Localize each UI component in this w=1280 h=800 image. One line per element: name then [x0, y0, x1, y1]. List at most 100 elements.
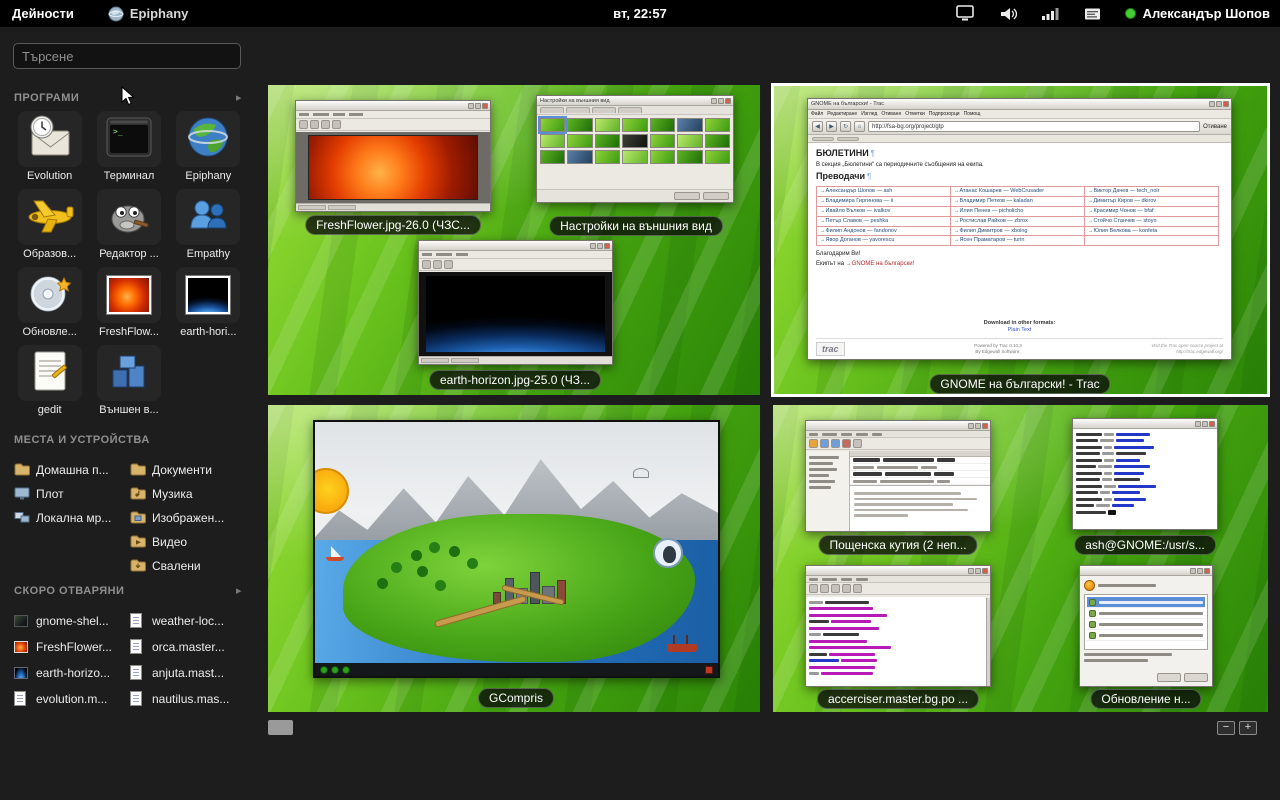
address-bar[interactable]: http://fsa-bg.org/project/gtp	[868, 121, 1200, 132]
window-evolution-mail[interactable]	[805, 420, 991, 532]
folder-icon	[130, 511, 146, 524]
exit-icon[interactable]	[705, 666, 713, 674]
folder-icon	[130, 463, 146, 476]
svg-text:>_: >_	[113, 127, 123, 136]
titlebar	[1080, 566, 1212, 576]
window-eog-freshflower[interactable]	[295, 100, 491, 212]
app-item-terminal[interactable]: >_ Терминал	[89, 111, 168, 182]
focused-app-name: Epiphany	[130, 6, 189, 21]
place-documents[interactable]: Документи	[130, 460, 246, 479]
titlebar: GNOME на български! - Trac	[808, 99, 1231, 110]
recent-item[interactable]: anjuta.mast...	[130, 662, 246, 683]
place-desktop[interactable]: Плот	[14, 484, 130, 503]
place-music[interactable]: Музика	[130, 484, 246, 503]
window-label-poeditor: accerciser.master.bg.po ...	[817, 689, 979, 709]
place-downloads[interactable]: Свалени	[130, 556, 246, 575]
statusbar-decor	[419, 356, 612, 364]
menubar-decor	[419, 251, 612, 259]
presence-dot-icon	[1125, 8, 1136, 19]
window-gedit-po[interactable]	[805, 565, 991, 687]
display-icon[interactable]	[955, 5, 975, 22]
tux-badge[interactable]	[653, 538, 683, 568]
recent-list: gnome-shel... FreshFlower... earth-horiz…	[14, 610, 246, 709]
app-item-earth-horizon[interactable]: earth-hori...	[169, 267, 248, 338]
user-menu[interactable]: Александър Шопов	[1125, 6, 1270, 21]
network-signal-icon[interactable]	[1041, 7, 1060, 21]
app-item-epiphany[interactable]: Epiphany	[169, 111, 248, 182]
recent-item[interactable]: nautilus.mas...	[130, 688, 246, 709]
earth-photo-thumbnail-icon	[186, 276, 230, 314]
page-heading: Преводачи¶	[816, 171, 1223, 181]
recent-item[interactable]: FreshFlower...	[14, 636, 130, 657]
places-header: МЕСТА И УСТРОЙСТВА	[14, 434, 242, 446]
app-item-gimp[interactable]: Редактор ...	[89, 189, 168, 260]
recent-item[interactable]: orca.master...	[130, 636, 246, 657]
team-line: Екипът на →GNOME на български!	[816, 261, 1223, 267]
airplane-icon	[24, 194, 76, 241]
keyboard-indicator-icon[interactable]	[1084, 7, 1101, 21]
window-eog-earth-horizon[interactable]	[418, 240, 613, 365]
bookmarks-bar-decor	[808, 135, 1231, 143]
menubar-decor	[806, 431, 990, 438]
clock[interactable]: вт, 22:57	[613, 6, 667, 21]
window-gcompris[interactable]	[313, 420, 720, 678]
search-input[interactable]	[13, 43, 241, 69]
window-terminal[interactable]	[1072, 418, 1218, 530]
workspace-3[interactable]: GCompris	[268, 405, 760, 712]
control-icon[interactable]	[331, 666, 339, 674]
page-heading: БЮЛЕТИНИ¶	[816, 148, 1223, 158]
titlebar	[419, 241, 612, 251]
app-item-updates[interactable]: Обновле...	[10, 267, 89, 338]
recent-item[interactable]: earth-horizo...	[14, 662, 130, 683]
plain-text-link[interactable]: Plain Text	[816, 327, 1223, 333]
reload-icon[interactable]: ↻	[840, 121, 851, 132]
team-link[interactable]: →GNOME на български!	[846, 261, 915, 267]
forward-icon[interactable]: ▶	[826, 121, 837, 132]
programs-expander-icon[interactable]: ▸	[236, 91, 242, 104]
workspace-indicator[interactable]	[268, 720, 293, 735]
window-appearance-settings[interactable]: Настройки на външния вид	[536, 95, 734, 203]
scrollbar[interactable]	[986, 598, 990, 686]
control-icon[interactable]	[342, 666, 350, 674]
flower-thumbnail-icon	[14, 641, 30, 653]
observatory-decor	[633, 468, 649, 478]
window-epiphany-trac[interactable]: GNOME на български! - Trac ФайлРедактира…	[807, 98, 1232, 360]
volume-icon[interactable]	[999, 6, 1017, 22]
place-pictures[interactable]: Изображен...	[130, 508, 246, 527]
back-icon[interactable]: ◀	[812, 121, 823, 132]
recent-expander-icon[interactable]: ▸	[236, 584, 242, 597]
recent-item[interactable]: evolution.m...	[14, 688, 130, 709]
go-button[interactable]: Отиване	[1203, 124, 1227, 130]
app-item-evolution[interactable]: Evolution	[10, 111, 89, 182]
trees-decor	[411, 550, 422, 561]
user-name: Александър Шопов	[1143, 6, 1270, 21]
app-item-gedit[interactable]: gedit	[10, 345, 89, 416]
remove-workspace-button[interactable]: −	[1217, 721, 1235, 735]
workspace-2-active[interactable]: GNOME на български! - Trac ФайлРедактира…	[771, 83, 1270, 397]
place-videos[interactable]: Видео	[130, 532, 246, 551]
workspace-1[interactable]: FreshFlower.jpg-26.0 (ЧЗС... Настройки н…	[268, 85, 760, 395]
epiphany-globe-icon	[186, 115, 230, 164]
app-item-vanshen[interactable]: Външен в...	[89, 345, 168, 416]
app-item-gcompris[interactable]: Образов...	[10, 189, 89, 260]
recent-item[interactable]: gnome-shel...	[14, 610, 130, 631]
control-icon[interactable]	[320, 666, 328, 674]
window-update-manager[interactable]	[1079, 565, 1213, 687]
focused-app-menu[interactable]: Epiphany	[108, 6, 189, 22]
titlebar	[296, 101, 490, 111]
app-item-freshflower[interactable]: FreshFlow...	[89, 267, 168, 338]
window-label-freshflower: FreshFlower.jpg-26.0 (ЧЗС...	[305, 215, 481, 235]
trac-logo: trac	[816, 342, 845, 356]
gcompris-control-bar	[315, 663, 718, 676]
app-item-empathy[interactable]: Empathy	[169, 189, 248, 260]
document-icon	[130, 639, 146, 654]
titlebar	[806, 421, 990, 431]
workspace-4[interactable]: Пощенска кутия (2 неп... ash@GNOME:/usr/…	[773, 405, 1268, 712]
recent-item[interactable]: weather-loc...	[130, 610, 246, 631]
home-icon[interactable]: ⌂	[854, 121, 865, 132]
add-workspace-button[interactable]: +	[1239, 721, 1257, 735]
place-home[interactable]: Домашна п...	[14, 460, 130, 479]
activities-button[interactable]: Дейности	[0, 6, 86, 21]
titlebar	[1073, 419, 1217, 429]
place-network[interactable]: Локална мр...	[14, 508, 130, 527]
